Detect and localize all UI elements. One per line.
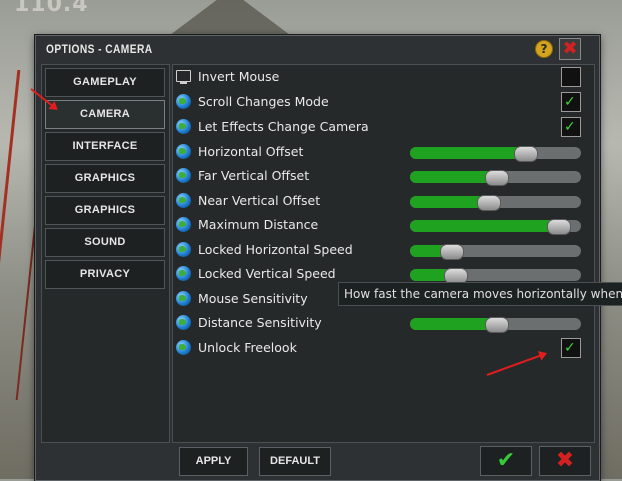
settings-panel: Invert Mouse Scroll Changes Mode ✓ Let Effe…	[172, 64, 595, 443]
globe-icon	[176, 168, 191, 183]
titlebar: OPTIONS - CAMERA ? ✖	[36, 36, 599, 62]
nav-item-sound[interactable]: SOUND	[45, 228, 165, 257]
checkmark-icon: ✓	[564, 94, 576, 110]
slider-knob[interactable]	[477, 195, 501, 211]
setting-label: Locked Vertical Speed	[198, 266, 336, 281]
checkmark-icon: ✓	[564, 119, 576, 135]
setting-row: Locked Horizontal Speed	[176, 239, 590, 261]
ok-button[interactable]: ✔	[480, 446, 532, 476]
setting-row: Maximum Distance	[176, 214, 590, 236]
slider-knob[interactable]	[485, 170, 509, 186]
setting-row: Far Vertical Offset	[176, 165, 590, 187]
globe-icon	[176, 144, 191, 159]
setting-label: Scroll Changes Mode	[198, 94, 329, 109]
setting-label: Let Effects Change Camera	[198, 119, 369, 134]
setting-checkbox[interactable]: ✓	[561, 92, 581, 112]
setting-label: Unlock Freelook	[198, 340, 297, 355]
setting-checkbox[interactable]	[561, 67, 581, 87]
setting-slider[interactable]	[410, 219, 581, 235]
setting-slider[interactable]	[410, 244, 581, 260]
setting-label: Locked Horizontal Speed	[198, 242, 353, 257]
globe-icon	[176, 94, 191, 109]
setting-checkbox[interactable]: ✓	[561, 338, 581, 358]
nav-item-gameplay[interactable]: GAMEPLAY	[45, 68, 165, 97]
tooltip: How fast the camera moves horizontally w…	[338, 282, 622, 306]
setting-slider[interactable]	[410, 146, 581, 162]
setting-checkbox[interactable]: ✓	[561, 117, 581, 137]
setting-row: Scroll Changes Mode ✓	[176, 91, 590, 113]
setting-label: Horizontal Offset	[198, 144, 304, 159]
slider-fill	[410, 147, 530, 159]
close-button[interactable]: ✖	[559, 38, 581, 60]
monitor-icon	[176, 70, 191, 84]
setting-label: Near Vertical Offset	[198, 193, 321, 208]
options-window: OPTIONS - CAMERA ? ✖ GAMEPLAY CAMERA INT…	[35, 35, 600, 481]
nav-item-interface[interactable]: INTERFACE	[45, 132, 165, 161]
setting-label: Distance Sensitivity	[198, 315, 322, 330]
setting-row: Invert Mouse	[176, 66, 590, 88]
globe-icon	[176, 291, 191, 306]
nav-item-camera[interactable]: CAMERA	[45, 100, 165, 129]
category-nav: GAMEPLAY CAMERA INTERFACE GRAPHICS GRAPH…	[41, 64, 170, 443]
nav-item-privacy[interactable]: PRIVACY	[45, 260, 165, 289]
setting-row: Distance Sensitivity	[176, 312, 590, 334]
window-title: OPTIONS - CAMERA	[46, 42, 153, 56]
setting-label: Maximum Distance	[198, 217, 319, 232]
globe-icon	[176, 217, 191, 232]
slider-fill	[410, 220, 567, 232]
globe-icon	[176, 315, 191, 330]
setting-label: Far Vertical Offset	[198, 168, 310, 183]
setting-label: Mouse Sensitivity	[198, 291, 308, 306]
setting-row: Near Vertical Offset	[176, 190, 590, 212]
setting-row: Let Effects Change Camera ✓	[176, 116, 590, 138]
setting-row: Unlock Freelook ✓	[176, 337, 590, 359]
globe-icon	[176, 242, 191, 257]
checkmark-icon: ✓	[564, 340, 576, 356]
globe-icon	[176, 340, 191, 355]
slider-knob[interactable]	[485, 317, 509, 333]
slider-knob[interactable]	[440, 244, 464, 260]
setting-slider[interactable]	[410, 195, 581, 211]
nav-item-graphics[interactable]: GRAPHICS	[45, 164, 165, 193]
slider-knob[interactable]	[514, 146, 538, 162]
setting-slider[interactable]	[410, 268, 581, 284]
setting-label: Invert Mouse	[198, 69, 280, 84]
globe-icon	[176, 266, 191, 281]
slider-knob[interactable]	[547, 219, 571, 235]
default-button[interactable]: DEFAULT	[259, 447, 331, 476]
slider-fill	[410, 245, 444, 257]
nav-item-graphics-advanced[interactable]: GRAPHICS ADVANCED	[45, 196, 165, 243]
globe-icon	[176, 119, 191, 134]
slider-fill	[410, 196, 487, 208]
setting-slider[interactable]	[410, 170, 581, 186]
slider-fill	[410, 318, 496, 330]
setting-row: Horizontal Offset	[176, 141, 590, 163]
slider-fill	[410, 171, 496, 183]
apply-button[interactable]: APPLY	[179, 447, 248, 476]
help-button[interactable]: ?	[535, 40, 553, 58]
cancel-button[interactable]: ✖	[539, 446, 591, 476]
setting-slider[interactable]	[410, 317, 581, 333]
globe-icon	[176, 193, 191, 208]
fps-counter: 110.4	[14, 0, 89, 17]
